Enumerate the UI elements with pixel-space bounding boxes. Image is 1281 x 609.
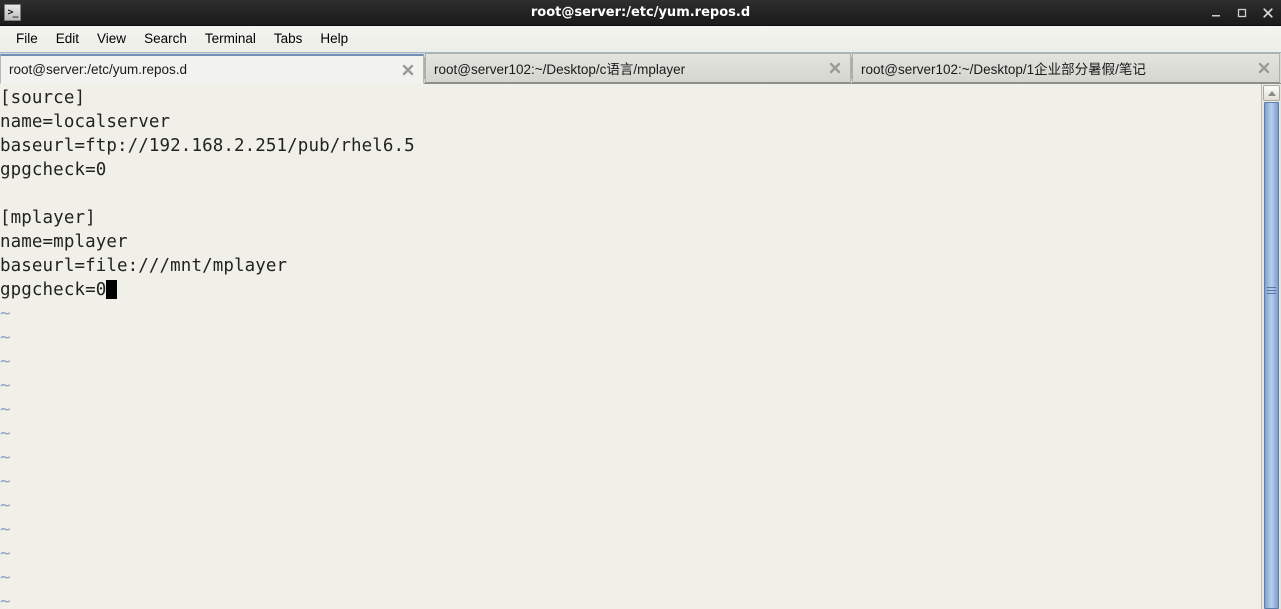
terminal-area: [source] name=localserver baseurl=ftp://19… <box>0 84 1281 609</box>
terminal-line-text: [source] <box>0 88 86 108</box>
scrollbar-thumb[interactable] <box>1264 102 1279 609</box>
window-title: root@server:/etc/yum.repos.d <box>530 5 751 20</box>
terminal-tilde-line: ~ <box>0 350 1261 374</box>
terminal-tilde-line: ~ <box>0 494 1261 518</box>
terminal-line: baseurl=ftp://192.168.2.251/pub/rhel6.5 <box>0 134 1261 158</box>
terminal-line: name=localserver <box>0 110 1261 134</box>
terminal-tilde-line: ~ <box>0 422 1261 446</box>
menu-item-view[interactable]: View <box>88 29 135 49</box>
terminal-line-text: ~ <box>0 400 11 420</box>
tab-label: root@server102:~/Desktop/1企业部分暑假/笔记 <box>861 62 1146 77</box>
maximize-button[interactable] <box>1236 7 1249 19</box>
terminal-tilde-line: ~ <box>0 590 1261 609</box>
tab-bar: root@server:/etc/yum.repos.d root@server… <box>0 53 1281 84</box>
close-icon[interactable] <box>399 61 417 79</box>
terminal-tilde-line: ~ <box>0 542 1261 566</box>
terminal-line: [source] <box>0 86 1261 110</box>
terminal-icon: >_ <box>4 4 21 21</box>
terminal-line-text: ~ <box>0 520 11 540</box>
terminal-text-lines: [source] name=localserver baseurl=ftp://19… <box>0 84 1261 609</box>
terminal-line-text: gpgcheck=0 <box>0 280 107 300</box>
menu-item-help[interactable]: Help <box>311 29 357 49</box>
tab-mplayer[interactable]: root@server102:~/Desktop/c语言/mplayer <box>425 53 851 83</box>
terminal-line-text: ~ <box>0 568 11 588</box>
terminal-line: baseurl=file:///mnt/mplayer <box>0 254 1261 278</box>
terminal-line-text: gpgcheck=0 <box>0 160 107 180</box>
terminal-tilde-line: ~ <box>0 470 1261 494</box>
terminal-line-text: baseurl=ftp://192.168.2.251/pub/rhel6.5 <box>0 136 415 156</box>
terminal-line-text: [mplayer] <box>0 208 96 228</box>
terminal-tilde-line: ~ <box>0 374 1261 398</box>
grip-lines-icon <box>1267 287 1276 294</box>
tab-biji[interactable]: root@server102:~/Desktop/1企业部分暑假/笔记 <box>852 53 1280 83</box>
terminal-line-text: ~ <box>0 304 11 324</box>
terminal-line-text: ~ <box>0 328 11 348</box>
close-button[interactable] <box>1262 7 1275 19</box>
menu-item-terminal[interactable]: Terminal <box>196 29 265 49</box>
terminal-line-text: ~ <box>0 544 11 564</box>
terminal-tilde-line: ~ <box>0 446 1261 470</box>
terminal-line-text: name=mplayer <box>0 232 128 252</box>
terminal-line: [mplayer] <box>0 206 1261 230</box>
menu-item-tabs[interactable]: Tabs <box>265 29 312 49</box>
terminal-line: name=mplayer <box>0 230 1261 254</box>
terminal-screen[interactable]: [source] name=localserver baseurl=ftp://19… <box>0 84 1261 609</box>
terminal-line-text: ~ <box>0 448 11 468</box>
close-icon[interactable] <box>826 59 844 77</box>
terminal-line-text: ~ <box>0 472 11 492</box>
terminal-line-text: ~ <box>0 496 11 516</box>
terminal-icon-glyph: >_ <box>7 6 18 18</box>
terminal-line: gpgcheck=0 <box>0 278 1261 302</box>
title-bar: >_ root@server:/etc/yum.repos.d <box>0 0 1281 26</box>
close-icon[interactable] <box>1255 59 1273 77</box>
menu-item-edit[interactable]: Edit <box>47 29 88 49</box>
terminal-tilde-line: ~ <box>0 326 1261 350</box>
scrollbar-track[interactable] <box>1263 102 1280 609</box>
tab-yum-repos-d[interactable]: root@server:/etc/yum.repos.d <box>0 54 424 84</box>
minimize-button[interactable] <box>1210 7 1223 19</box>
terminal-line-text: ~ <box>0 352 11 372</box>
vertical-scrollbar[interactable] <box>1261 84 1281 609</box>
terminal-tilde-line: ~ <box>0 566 1261 590</box>
tab-label: root@server:/etc/yum.repos.d <box>9 62 188 77</box>
chevron-up-glyph <box>1267 90 1276 96</box>
chevron-up-icon[interactable] <box>1263 85 1280 101</box>
window-controls <box>1210 0 1275 26</box>
terminal-line-text: baseurl=file:///mnt/mplayer <box>0 256 288 276</box>
terminal-line-text: ~ <box>0 424 11 444</box>
terminal-tilde-line: ~ <box>0 518 1261 542</box>
terminal-line-text: ~ <box>0 376 11 396</box>
menu-item-file[interactable]: File <box>7 29 47 49</box>
text-cursor <box>106 280 118 299</box>
menu-item-search[interactable]: Search <box>135 29 196 49</box>
terminal-window: >_ root@server:/etc/yum.repos.d File Edi… <box>0 0 1281 609</box>
menu-bar: File Edit View Search Terminal Tabs Help <box>0 26 1281 53</box>
terminal-line: gpgcheck=0 <box>0 158 1261 182</box>
terminal-tilde-line: ~ <box>0 302 1261 326</box>
terminal-line-text: ~ <box>0 592 11 609</box>
terminal-tilde-line: ~ <box>0 398 1261 422</box>
terminal-line-text: name=localserver <box>0 112 171 132</box>
tab-label: root@server102:~/Desktop/c语言/mplayer <box>434 62 686 77</box>
